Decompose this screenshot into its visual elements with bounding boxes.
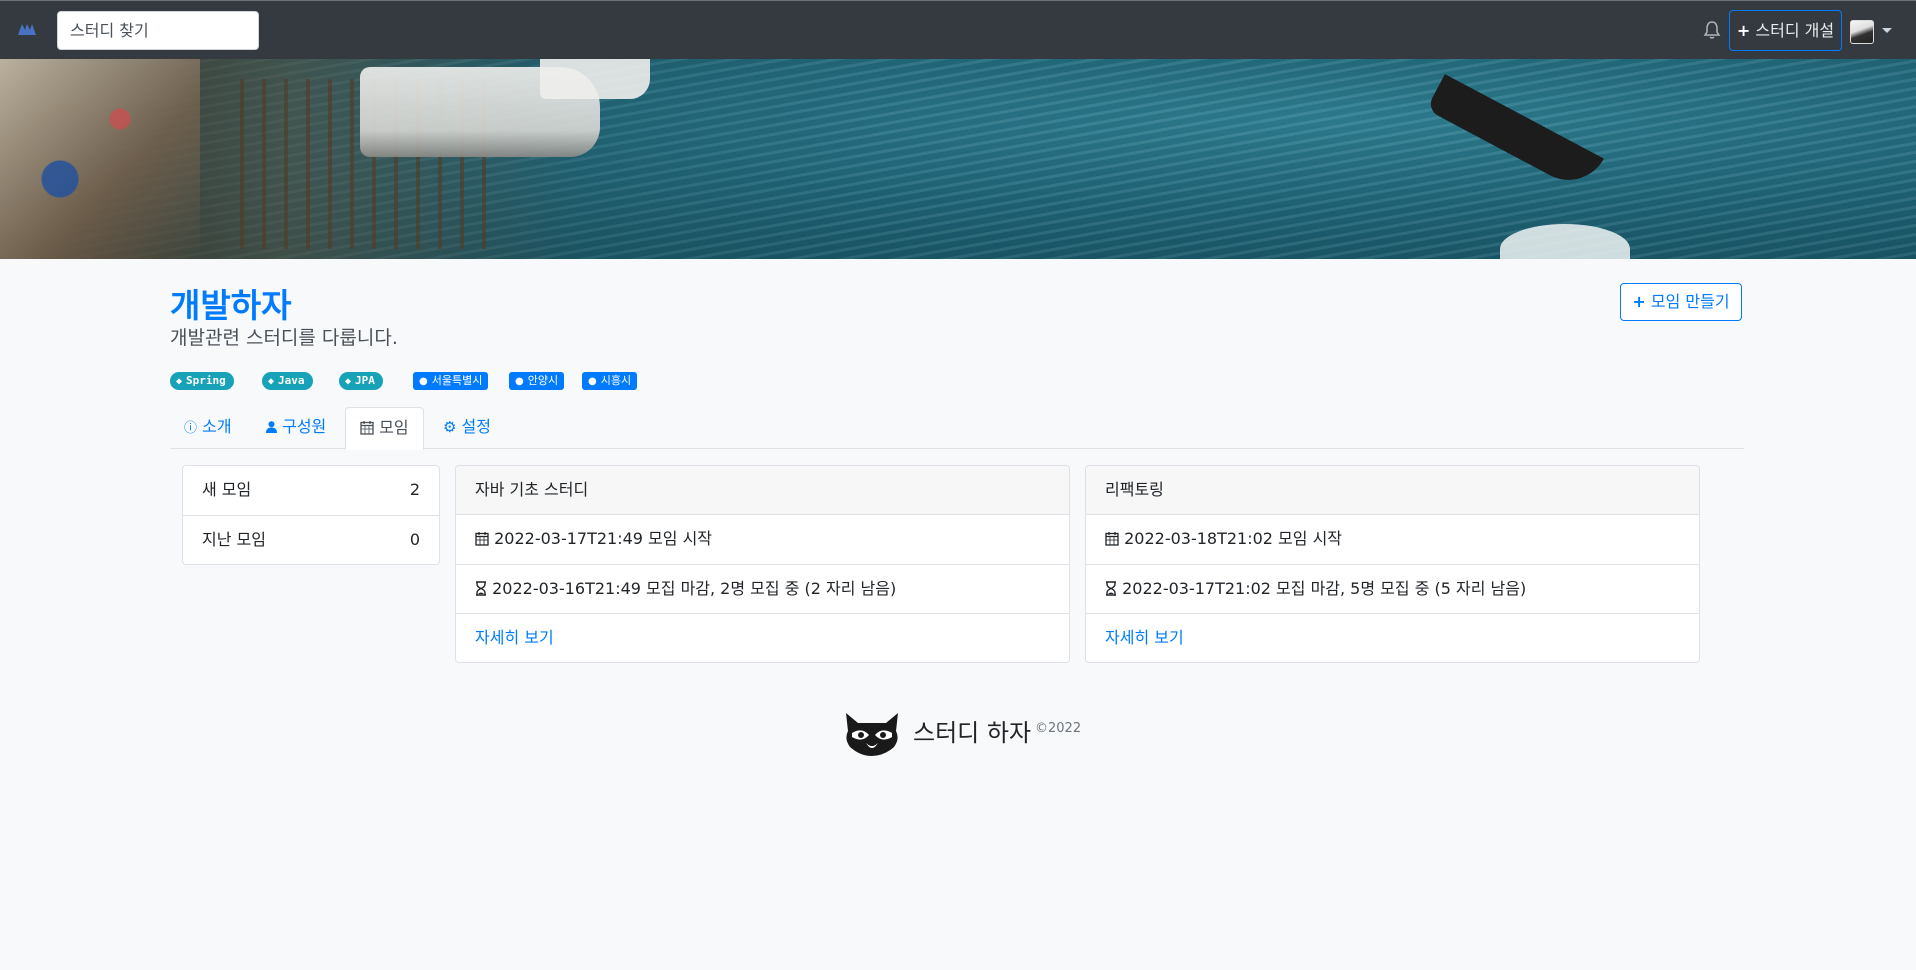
event-detail-link[interactable]: 자세히 보기: [1105, 628, 1184, 647]
event-detail-row: 자세히 보기: [456, 613, 1069, 662]
globe-icon: ●: [588, 376, 597, 387]
event-deadline-row: 2022-03-17T21:02 모집 마감, 5명 모집 중 (5 자리 남음…: [1086, 564, 1699, 613]
event-deadline-text: 2022-03-16T21:49 모집 마감, 2명 모집 중 (2 자리 남음…: [492, 579, 897, 598]
tag-icon: ◆: [176, 376, 183, 387]
event-card-title: 자바 기초 스터디: [456, 466, 1069, 515]
bell-icon[interactable]: [1703, 20, 1721, 40]
list-item-label: 새 모임: [202, 480, 252, 499]
avatar[interactable]: [1850, 20, 1874, 44]
event-detail-row: 자세히 보기: [1086, 613, 1699, 662]
calendar-icon: [1105, 532, 1119, 546]
list-item-old-events[interactable]: 지난 모임 0: [183, 515, 439, 564]
tab-label: 설정: [461, 417, 491, 436]
event-deadline-text: 2022-03-17T21:02 모집 마감, 5명 모집 중 (5 자리 남음…: [1122, 579, 1527, 598]
hourglass-icon: [1106, 581, 1116, 596]
tab-label: 모임: [379, 418, 409, 437]
zone-badge[interactable]: ● 안양시: [509, 372, 565, 390]
tag-icon: ◆: [345, 376, 352, 387]
list-item-count: 2: [409, 480, 420, 499]
event-card-title: 리팩토링: [1086, 466, 1699, 515]
search-input[interactable]: [57, 11, 259, 50]
globe-icon: ●: [419, 376, 428, 387]
event-start-text: 2022-03-18T21:02 모임 시작: [1124, 529, 1343, 548]
open-study-button[interactable]: + 스터디 개설: [1729, 10, 1842, 51]
tag-label: JPA: [355, 374, 375, 387]
new-event-label: 모임 만들기: [1650, 292, 1730, 311]
event-start-text: 2022-03-17T21:49 모임 시작: [494, 529, 713, 548]
brand-logo-icon[interactable]: [17, 21, 37, 37]
banner-boat-shape: [540, 59, 650, 99]
event-start-row: 2022-03-17T21:49 모임 시작: [456, 515, 1069, 564]
study-banner-image: [0, 59, 1916, 259]
tag-badge[interactable]: ◆ JPA: [339, 372, 383, 390]
study-title[interactable]: 개발하자: [170, 279, 291, 327]
banner-foam-shape: [1500, 224, 1630, 259]
tab-events[interactable]: 모임: [345, 407, 424, 450]
zone-badge[interactable]: ● 시흥시: [582, 372, 638, 390]
caret-down-icon[interactable]: [1882, 28, 1892, 33]
new-event-button[interactable]: + 모임 만들기: [1620, 283, 1742, 321]
event-card: 리팩토링 2022-03-18T21:02 모임 시작 2022-03-17T2…: [1085, 465, 1700, 663]
footer-site-name: 스터디 하자: [913, 719, 1032, 747]
list-item-label: 지난 모임: [202, 530, 266, 549]
list-item-count: 0: [409, 530, 420, 549]
tab-label: 소개: [202, 417, 232, 436]
tab-info[interactable]: ⓘ 소개: [170, 407, 246, 449]
tag-badge[interactable]: ◆ Spring: [170, 372, 234, 390]
study-description: 개발관련 스터디를 다룹니다.: [170, 327, 398, 349]
globe-icon: ●: [515, 376, 524, 387]
tab-members[interactable]: 구성원: [252, 407, 340, 449]
footer-copyright: ©2022: [1035, 721, 1082, 736]
tag-label: Spring: [186, 374, 226, 387]
event-deadline-row: 2022-03-16T21:49 모집 마감, 2명 모집 중 (2 자리 남음…: [456, 564, 1069, 613]
calendar-icon: [475, 532, 489, 546]
event-start-row: 2022-03-18T21:02 모임 시작: [1086, 515, 1699, 564]
open-study-label: 스터디 개설: [1755, 21, 1835, 40]
raccoon-logo-icon: [846, 713, 898, 756]
banner-gondola-shape: [1426, 74, 1604, 194]
tag-badge[interactable]: ◆ Java: [262, 372, 313, 390]
hourglass-icon: [476, 581, 486, 596]
gear-icon: ⚙: [443, 418, 457, 436]
zone-label: 시흥시: [600, 374, 632, 387]
tab-settings[interactable]: ⚙ 설정: [429, 407, 505, 449]
info-circle-icon: ⓘ: [184, 421, 198, 436]
banner-market-shape: [0, 59, 200, 259]
calendar-icon: [360, 421, 374, 435]
tag-icon: ◆: [268, 376, 275, 387]
event-summary-list: 새 모임 2 지난 모임 0: [182, 465, 440, 565]
zone-label: 서울특별시: [431, 374, 483, 387]
tag-label: Java: [278, 374, 305, 387]
zone-badge[interactable]: ● 서울특별시: [413, 372, 489, 390]
top-navbar: + 스터디 개설: [0, 0, 1916, 59]
event-card: 자바 기초 스터디 2022-03-17T21:49 모임 시작 2022-03…: [455, 465, 1070, 663]
zone-label: 안양시: [527, 374, 559, 387]
plus-icon: +: [1736, 21, 1751, 40]
user-icon: [266, 421, 277, 433]
plus-icon: +: [1632, 292, 1646, 311]
tab-label: 구성원: [282, 417, 327, 436]
study-tabs: ⓘ 소개 구성원 모임 ⚙ 설정: [170, 407, 1744, 450]
event-detail-link[interactable]: 자세히 보기: [475, 628, 554, 647]
list-item-new-events[interactable]: 새 모임 2: [183, 466, 439, 515]
